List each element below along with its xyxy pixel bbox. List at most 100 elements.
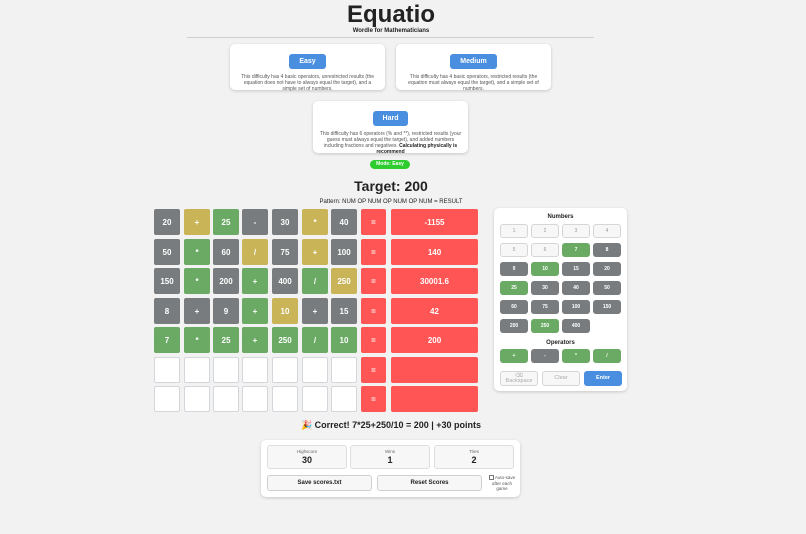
number-key[interactable]: 1 <box>500 224 528 238</box>
keyboard-panel: Numbers 1 2 3 4 5 6 7 8 9 10 15 20 25 30 40 50 60 75 100 15… <box>494 208 627 391</box>
board-tile: 40 <box>331 209 357 235</box>
board-tile: / <box>242 239 268 265</box>
equals-tile: = <box>361 357 386 383</box>
highscore-value: 30 <box>301 455 312 465</box>
board-tile: + <box>302 298 328 324</box>
board-tile <box>184 357 210 383</box>
clear-button[interactable]: Clear <box>542 371 580 386</box>
number-key[interactable]: 250 <box>531 319 559 333</box>
enter-button[interactable]: Enter <box>584 371 622 386</box>
board-tile <box>184 386 210 412</box>
board-tile: 25 <box>213 209 239 235</box>
operator-key[interactable]: - <box>531 349 559 363</box>
number-key[interactable]: 15 <box>562 262 590 276</box>
number-key[interactable]: 9 <box>500 262 528 276</box>
difficulty-card-medium: Medium This difficulty has 4 basic opera… <box>396 44 551 92</box>
board-tile: 20 <box>154 209 180 235</box>
save-scores-button[interactable]: Save scores.txt <box>267 475 372 491</box>
board-tile <box>302 386 328 412</box>
target-heading: Target: 200 <box>354 178 428 194</box>
number-key[interactable]: 60 <box>500 300 528 314</box>
autosave-option[interactable]: Auto-save after each game <box>487 475 517 492</box>
board-tile: 50 <box>154 239 180 265</box>
number-key[interactable]: 2 <box>531 224 559 238</box>
board-tile: / <box>302 268 328 294</box>
number-key[interactable]: 200 <box>500 319 528 333</box>
board-tile <box>331 357 357 383</box>
board-tile: * <box>184 268 210 294</box>
hard-button[interactable]: Hard <box>372 111 409 126</box>
board-tile: 100 <box>331 239 357 265</box>
number-key[interactable]: 20 <box>593 262 621 276</box>
board-tile: + <box>242 268 268 294</box>
board-tile: + <box>302 239 328 265</box>
board-tile: + <box>242 298 268 324</box>
equals-tile: = <box>361 239 386 265</box>
board-tile: 9 <box>213 298 239 324</box>
board-tile <box>331 386 357 412</box>
number-key[interactable]: 7 <box>562 243 590 257</box>
page-title: Equatio <box>347 1 435 28</box>
board-tile: 60 <box>213 239 239 265</box>
result-tile: -1155 <box>391 209 478 235</box>
board-tile: 10 <box>272 298 298 324</box>
number-key[interactable]: 150 <box>593 300 621 314</box>
tries-stat: Tries 2 <box>434 445 514 469</box>
board-tile: 25 <box>213 327 239 353</box>
board-tile: 150 <box>154 268 180 294</box>
easy-description: This difficulty has 4 basic operators, u… <box>240 74 375 92</box>
equals-tile: = <box>361 298 386 324</box>
pattern-text: Pattern: NUM OP NUM OP NUM OP NUM = RESU… <box>319 199 463 205</box>
number-key[interactable]: 100 <box>562 300 590 314</box>
number-key[interactable]: 3 <box>562 224 590 238</box>
equals-tile: = <box>361 327 386 353</box>
number-key[interactable]: 25 <box>500 281 528 295</box>
board-tile <box>242 386 268 412</box>
number-key[interactable]: 10 <box>531 262 559 276</box>
operator-key[interactable]: * <box>562 349 590 363</box>
result-tile: 200 <box>391 327 478 353</box>
scores-panel: Highscore 30 Wins 1 Tries 2 Save scores.… <box>261 440 520 497</box>
board-tile <box>154 357 180 383</box>
number-key[interactable]: 75 <box>531 300 559 314</box>
equals-tile: = <box>361 209 386 235</box>
number-key[interactable]: 8 <box>593 243 621 257</box>
board-tile: 250 <box>272 327 298 353</box>
medium-description: This difficulty has 4 basic operators, r… <box>408 74 539 92</box>
board-tile <box>272 386 298 412</box>
result-tile <box>391 386 478 412</box>
board-tile: 75 <box>272 239 298 265</box>
autosave-label: Auto-save after each game <box>491 475 516 491</box>
number-key[interactable]: 400 <box>562 319 590 333</box>
board-tile: 7 <box>154 327 180 353</box>
highscore-label: Highscore <box>296 449 318 454</box>
number-key[interactable]: 40 <box>562 281 590 295</box>
board-tile: + <box>184 209 210 235</box>
board-tile <box>272 357 298 383</box>
board-tile <box>302 357 328 383</box>
operator-key[interactable]: + <box>500 349 528 363</box>
easy-button[interactable]: Easy <box>289 54 326 69</box>
medium-button[interactable]: Medium <box>450 54 497 69</box>
number-key[interactable]: 50 <box>593 281 621 295</box>
difficulty-card-hard: Hard This difficulty has 6 operators (% … <box>313 101 468 155</box>
equals-tile: = <box>361 268 386 294</box>
board-tile <box>154 386 180 412</box>
wins-stat: Wins 1 <box>350 445 430 469</box>
number-key[interactable]: 5 <box>500 243 528 257</box>
wins-value: 1 <box>387 455 393 465</box>
reset-scores-button[interactable]: Reset Scores <box>377 475 482 491</box>
number-key[interactable]: 6 <box>531 243 559 257</box>
number-key[interactable]: 4 <box>593 224 621 238</box>
backspace-button[interactable]: ⌫ Backspace <box>500 371 538 386</box>
divider <box>187 37 594 38</box>
result-tile <box>391 357 478 383</box>
tries-value: 2 <box>471 455 477 465</box>
operators-title: Operators <box>546 340 575 346</box>
number-key[interactable]: 30 <box>531 281 559 295</box>
board-tile: * <box>184 239 210 265</box>
board-tile: 200 <box>213 268 239 294</box>
board-tile: / <box>302 327 328 353</box>
operator-key[interactable]: / <box>593 349 621 363</box>
board-tile: 10 <box>331 327 357 353</box>
